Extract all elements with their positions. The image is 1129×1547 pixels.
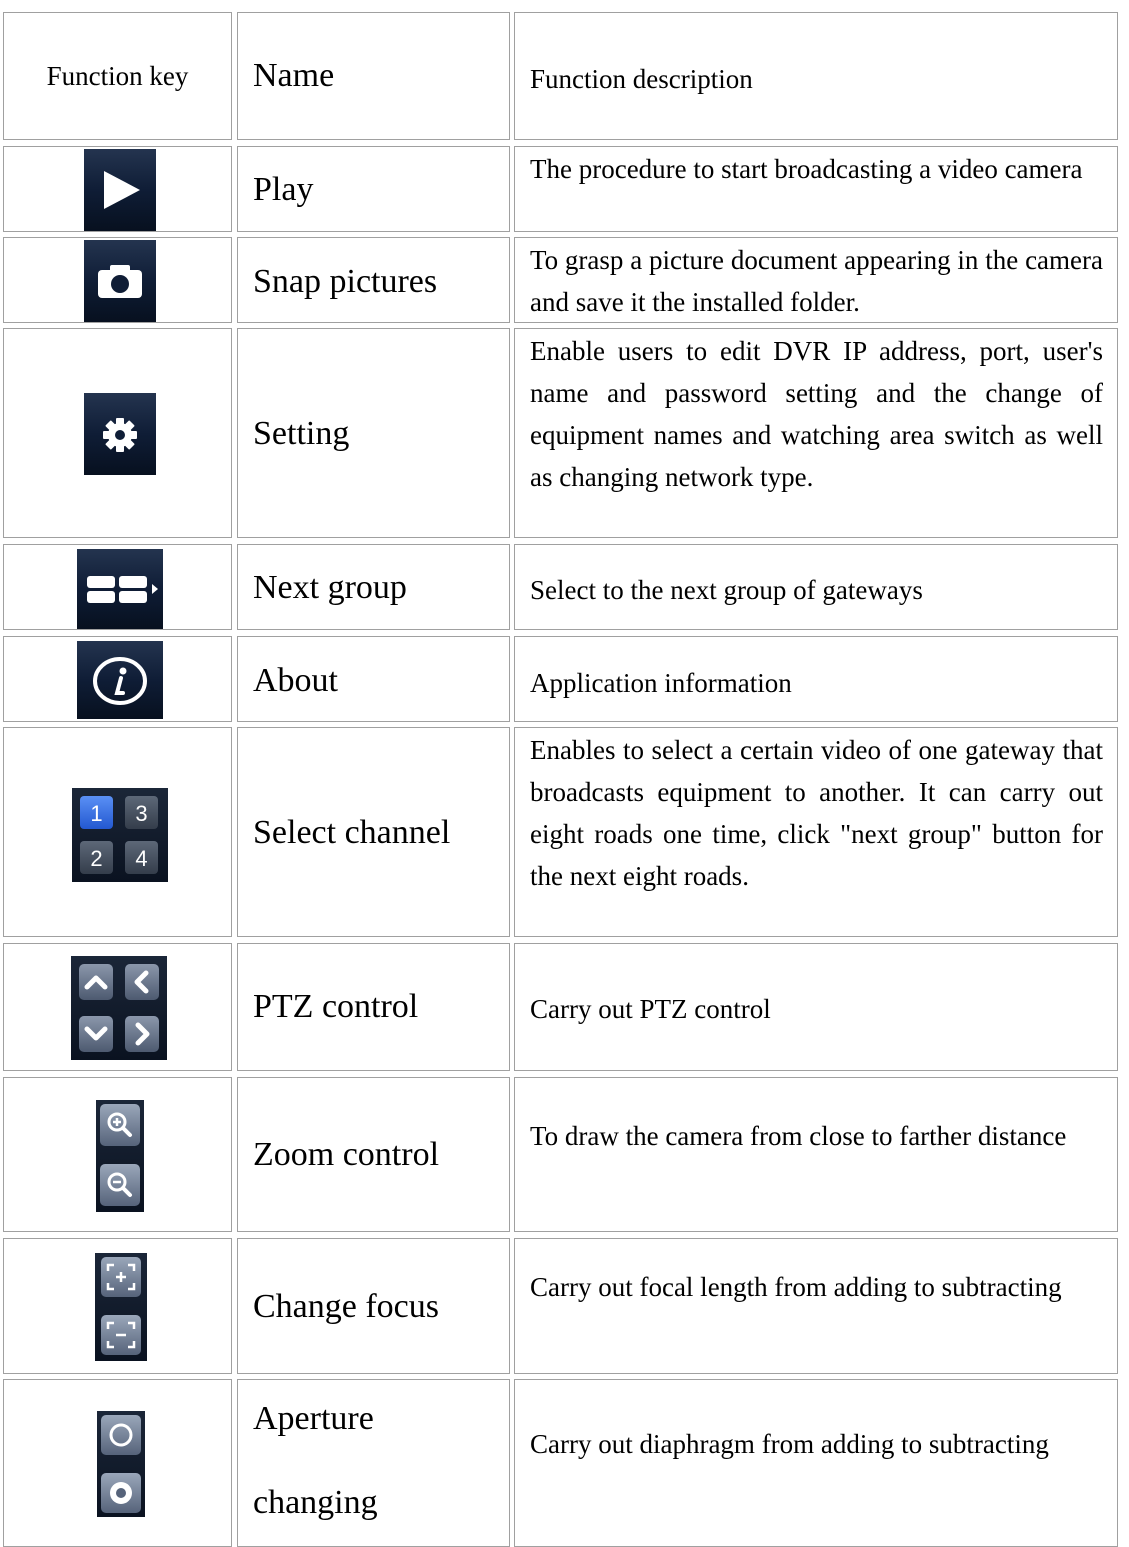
ptz-arrows-icon [71, 956, 167, 1060]
row-aperture-description: Carry out diaphragm from adding to subtr… [530, 1429, 1049, 1459]
row-about-desc-cell: Application information [514, 636, 1118, 722]
row-zoom-icon-cell [3, 1077, 232, 1232]
camera-icon [84, 240, 156, 322]
row-snap-name: Snap pictures [253, 263, 438, 300]
row-snap-name-cell: Snap pictures [237, 237, 510, 323]
row-focus-description: Carry out focal length from adding to su… [530, 1272, 1062, 1302]
channel-digit-3: 3 [135, 801, 147, 826]
row-channel-description: Enables to select a certain video of one… [530, 735, 1103, 891]
row-aperture-name-line2: changing [253, 1484, 378, 1521]
row-setting-icon-cell [3, 328, 232, 538]
row-about-icon-cell [3, 636, 232, 722]
row-snap-desc-cell: To grasp a picture document appearing in… [514, 237, 1118, 323]
row-channel-icon-cell: 1 3 2 4 [3, 727, 232, 937]
row-setting-desc-cell: Enable users to edit DVR IP address, por… [514, 328, 1118, 538]
row-focus-icon-cell [3, 1238, 232, 1374]
row-ptz-desc-cell: Carry out PTZ control [514, 943, 1118, 1071]
row-ptz-name-cell: PTZ control [237, 943, 510, 1071]
row-aperture-icon-cell [3, 1379, 232, 1547]
row-channel-name: Select channel [253, 814, 451, 851]
row-zoom-description: To draw the camera from close to farther… [530, 1121, 1067, 1151]
info-icon [77, 641, 163, 719]
header-name: Name [253, 57, 335, 94]
row-aperture-desc-cell: Carry out diaphragm from adding to subtr… [514, 1379, 1118, 1547]
aperture-icon [97, 1411, 145, 1517]
zoom-icon [96, 1100, 144, 1212]
channel-digit-1: 1 [90, 801, 102, 826]
focus-icon [95, 1253, 147, 1361]
row-about-name: About [253, 662, 338, 699]
row-play-description: The procedure to start broadcasting a vi… [530, 154, 1083, 184]
header-cell-description: Function description [514, 12, 1118, 140]
row-play-desc-cell: The procedure to start broadcasting a vi… [514, 146, 1118, 232]
channel-digit-4: 4 [135, 846, 147, 871]
row-ptz-description: Carry out PTZ control [530, 994, 771, 1024]
row-next-group-icon-cell [3, 544, 232, 630]
header-cell-function-key: Function key [3, 12, 232, 140]
row-focus-name: Change focus [253, 1288, 440, 1325]
row-setting-name: Setting [253, 415, 350, 452]
row-zoom-name-cell: Zoom control [237, 1077, 510, 1232]
row-zoom-name: Zoom control [253, 1136, 440, 1173]
row-play-icon-cell [3, 146, 232, 232]
row-channel-name-cell: Select channel [237, 727, 510, 937]
header-description: Function description [530, 64, 753, 94]
channel-grid-icon: 1 3 2 4 [72, 788, 168, 882]
row-setting-name-cell: Setting [237, 328, 510, 538]
row-ptz-name: PTZ control [253, 988, 419, 1025]
row-snap-description: To grasp a picture document appearing in… [530, 245, 1103, 317]
row-play-name-cell: Play [237, 146, 510, 232]
header-function-key: Function key [46, 61, 189, 91]
row-aperture-name-cell: Aperture changing [237, 1379, 510, 1547]
document-page: Function key Name Function description P… [0, 0, 1129, 1547]
play-icon [84, 149, 156, 231]
row-next-group-desc-cell: Select to the next group of gateways [514, 544, 1118, 630]
row-next-group-name: Next group [253, 569, 407, 606]
row-zoom-desc-cell: To draw the camera from close to farther… [514, 1077, 1118, 1232]
next-group-icon [77, 549, 163, 629]
row-focus-name-cell: Change focus [237, 1238, 510, 1374]
row-about-description: Application information [530, 668, 792, 698]
row-next-group-description: Select to the next group of gateways [530, 575, 923, 605]
row-about-name-cell: About [237, 636, 510, 722]
row-snap-icon-cell [3, 237, 232, 323]
gear-icon [84, 393, 156, 475]
row-play-name: Play [253, 171, 314, 208]
header-cell-name: Name [237, 12, 510, 140]
row-focus-desc-cell: Carry out focal length from adding to su… [514, 1238, 1118, 1374]
row-next-group-name-cell: Next group [237, 544, 510, 630]
row-ptz-icon-cell [3, 943, 232, 1071]
channel-digit-2: 2 [90, 846, 102, 871]
row-setting-description: Enable users to edit DVR IP address, por… [530, 336, 1103, 492]
row-channel-desc-cell: Enables to select a certain video of one… [514, 727, 1118, 937]
row-aperture-name-line1: Aperture [253, 1400, 374, 1437]
